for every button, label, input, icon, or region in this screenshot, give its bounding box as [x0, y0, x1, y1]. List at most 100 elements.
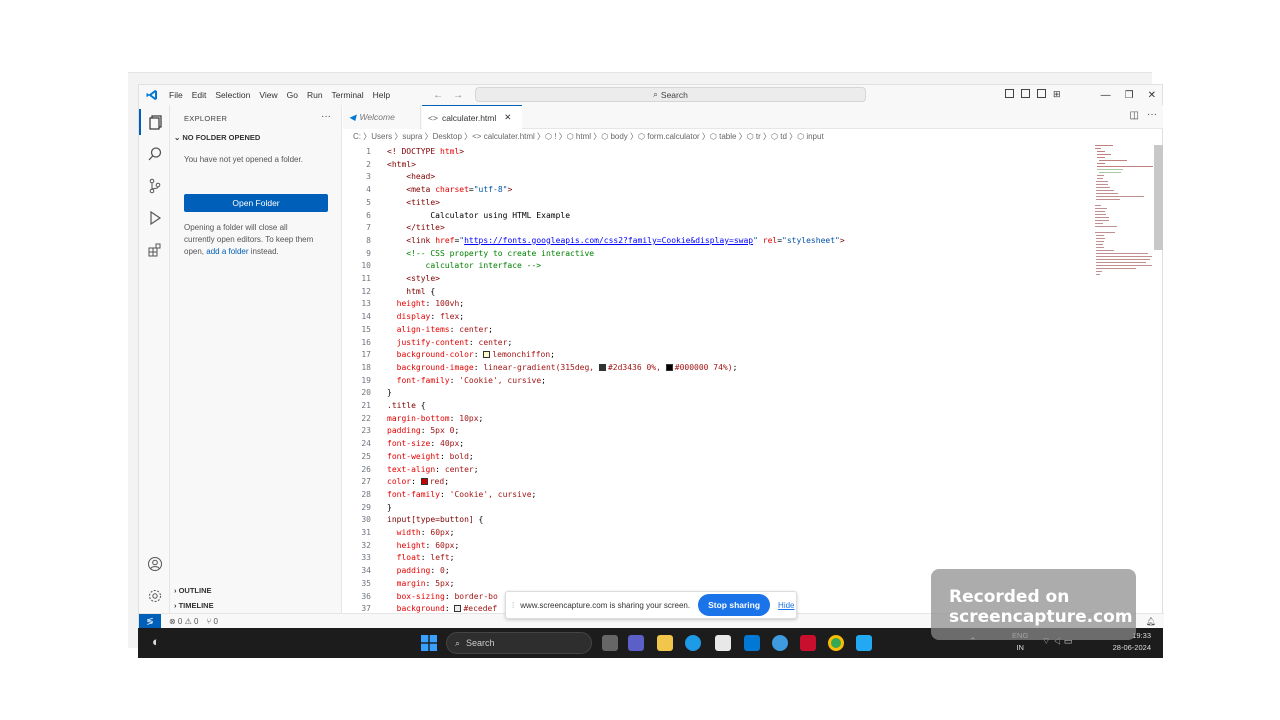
code-line[interactable]: font-weight: bold; [387, 452, 474, 461]
code-line[interactable]: font-family: 'Cookie', cursive; [387, 376, 546, 385]
teams-chat-icon[interactable] [628, 635, 644, 651]
vscode-logo-icon: ◀ [349, 111, 356, 122]
run-debug-icon[interactable] [139, 205, 170, 231]
explorer-icon[interactable] [139, 109, 170, 135]
chevron-down-icon: ⌄ [174, 133, 181, 142]
code-line[interactable]: font-family: 'Cookie', cursive; [387, 490, 536, 499]
code-line[interactable]: background: #ecedef [387, 604, 498, 613]
command-center-search[interactable]: ⌕ Search [475, 87, 866, 102]
toggle-sidebar-icon[interactable] [1005, 89, 1014, 98]
hide-link[interactable]: Hide [778, 601, 794, 610]
edge-browser-icon[interactable] [685, 635, 701, 651]
store-icon[interactable] [715, 635, 731, 651]
chrome-icon[interactable] [828, 635, 844, 651]
sidebar-more-actions[interactable]: ··· [321, 111, 331, 122]
no-folder-section-header[interactable]: ⌄ NO FOLDER OPENED [174, 133, 260, 142]
code-line[interactable]: input[type=button] { [387, 515, 483, 524]
mcafee-icon[interactable] [800, 635, 816, 651]
code-line[interactable]: margin: 5px; [387, 579, 455, 588]
code-line[interactable]: color: red; [387, 477, 449, 486]
code-line[interactable]: <title> [387, 198, 440, 207]
menu-edit[interactable]: Edit [192, 90, 207, 100]
app-icon[interactable] [772, 635, 788, 651]
code-line[interactable]: height: 100vh; [387, 299, 464, 308]
menu-run[interactable]: Run [307, 90, 323, 100]
code-line[interactable]: } [387, 388, 392, 397]
stop-sharing-button[interactable]: Stop sharing [698, 594, 771, 616]
menu-terminal[interactable]: Terminal [332, 90, 364, 100]
settings-gear-icon[interactable] [139, 583, 170, 609]
code-line[interactable]: <head> [387, 172, 435, 181]
breadcrumb[interactable]: C: 〉Users 〉supra 〉Desktop 〉<> calculater… [353, 131, 824, 142]
mail-icon[interactable] [744, 635, 760, 651]
code-line[interactable]: align-items: center; [387, 325, 493, 334]
problems-indicator[interactable]: ⊗ 0 ⚠ 0 [169, 617, 198, 626]
minimize-icon[interactable]: — [1101, 90, 1111, 101]
code-line[interactable]: text-align: center; [387, 465, 479, 474]
code-line[interactable]: html { [387, 287, 435, 296]
code-line[interactable]: padding: 5px 0; [387, 426, 459, 435]
code-line[interactable]: } [387, 503, 392, 512]
code-line[interactable]: <! DOCTYPE html> [387, 147, 464, 156]
timeline-section-header[interactable]: › TIMELINE [174, 601, 214, 610]
extensions-icon[interactable] [139, 237, 170, 263]
code-editor[interactable]: 1 2 3 4 5 6 7 8 9 10 11 12 13 14 15 16 17 18 19 20 21 22 23 24 2… [343, 143, 1088, 613]
code-line[interactable]: <html> [387, 160, 416, 169]
code-line[interactable]: padding: 0; [387, 566, 450, 575]
toggle-panel-icon[interactable] [1021, 89, 1030, 98]
section-title: NO FOLDER OPENED [182, 133, 261, 142]
ports-indicator[interactable]: ⑂ 0 [206, 617, 217, 626]
menu-file[interactable]: File [169, 90, 183, 100]
tab-welcome[interactable]: ◀ Welcome [343, 105, 421, 129]
layout-controls[interactable]: ⊞ [1005, 89, 1061, 99]
customize-layout-icon[interactable]: ⊞ [1053, 89, 1061, 99]
code-line[interactable]: float: left; [387, 553, 455, 562]
close-tab-icon[interactable]: ✕ [504, 112, 511, 123]
code-line[interactable]: font-size: 40px; [387, 439, 464, 448]
more-actions-icon[interactable]: ··· [1147, 109, 1157, 120]
menu-view[interactable]: View [259, 90, 277, 100]
code-line[interactable]: box-sizing: border-bo [387, 592, 498, 601]
code-line[interactable]: calculator interface --> [387, 261, 542, 270]
open-folder-button[interactable]: Open Folder [184, 194, 328, 212]
vertical-scrollbar[interactable] [1154, 145, 1163, 250]
file-explorer-icon[interactable] [657, 635, 673, 651]
code-line[interactable]: <!-- CSS property to create interactive [387, 249, 594, 258]
code-line[interactable]: background-color: lemonchiffon; [387, 350, 555, 359]
add-folder-link[interactable]: add a folder [206, 247, 248, 256]
code-line[interactable]: Calculator using HTML Example [387, 211, 570, 220]
code-line[interactable]: height: 60px; [387, 541, 460, 550]
code-line[interactable]: width: 60px; [387, 528, 455, 537]
code-line[interactable]: background-image: linear-gradient(315deg… [387, 363, 738, 372]
source-control-icon[interactable] [139, 173, 170, 199]
split-editor-icon[interactable]: ◫ [1130, 110, 1139, 121]
menu-help[interactable]: Help [373, 90, 390, 100]
taskbar-search[interactable]: ⌕ Search [446, 632, 592, 654]
close-icon[interactable]: ✕ [1148, 90, 1156, 101]
code-line[interactable]: <style> [387, 274, 440, 283]
nav-arrows[interactable]: ←→ [433, 90, 473, 101]
notifications-bell-icon[interactable]: 🔔︎ [1146, 617, 1156, 626]
code-line[interactable]: </title> [387, 223, 445, 232]
windows-start-icon[interactable] [421, 635, 437, 656]
line-number: 13 [361, 299, 371, 309]
code-line[interactable]: <meta charset="utf-8"> [387, 185, 512, 194]
code-line[interactable]: .title { [387, 401, 426, 410]
maximize-icon[interactable]: ❐ [1125, 90, 1134, 101]
minimap[interactable] [1094, 145, 1154, 285]
menu-go[interactable]: Go [287, 90, 298, 100]
code-line[interactable]: margin-bottom: 10px; [387, 414, 483, 423]
task-view-icon[interactable] [602, 635, 618, 651]
account-icon[interactable] [139, 551, 170, 577]
vscode-taskbar-icon[interactable] [856, 635, 872, 651]
code-line[interactable]: <link href="https://fonts.googleapis.com… [387, 236, 844, 245]
code-line[interactable]: display: flex; [387, 312, 464, 321]
toggle-secondary-sidebar-icon[interactable] [1037, 89, 1046, 98]
outline-section-header[interactable]: › OUTLINE [174, 586, 212, 595]
search-icon[interactable] [139, 141, 170, 167]
drag-handle-icon[interactable]: ⁞ [512, 601, 514, 610]
code-line[interactable]: justify-content: center; [387, 338, 513, 347]
tab-calculater-html[interactable]: <> calculater.html ✕ [422, 105, 522, 129]
widgets-icon[interactable]: ◐ [152, 634, 160, 649]
menu-selection[interactable]: Selection [215, 90, 250, 100]
